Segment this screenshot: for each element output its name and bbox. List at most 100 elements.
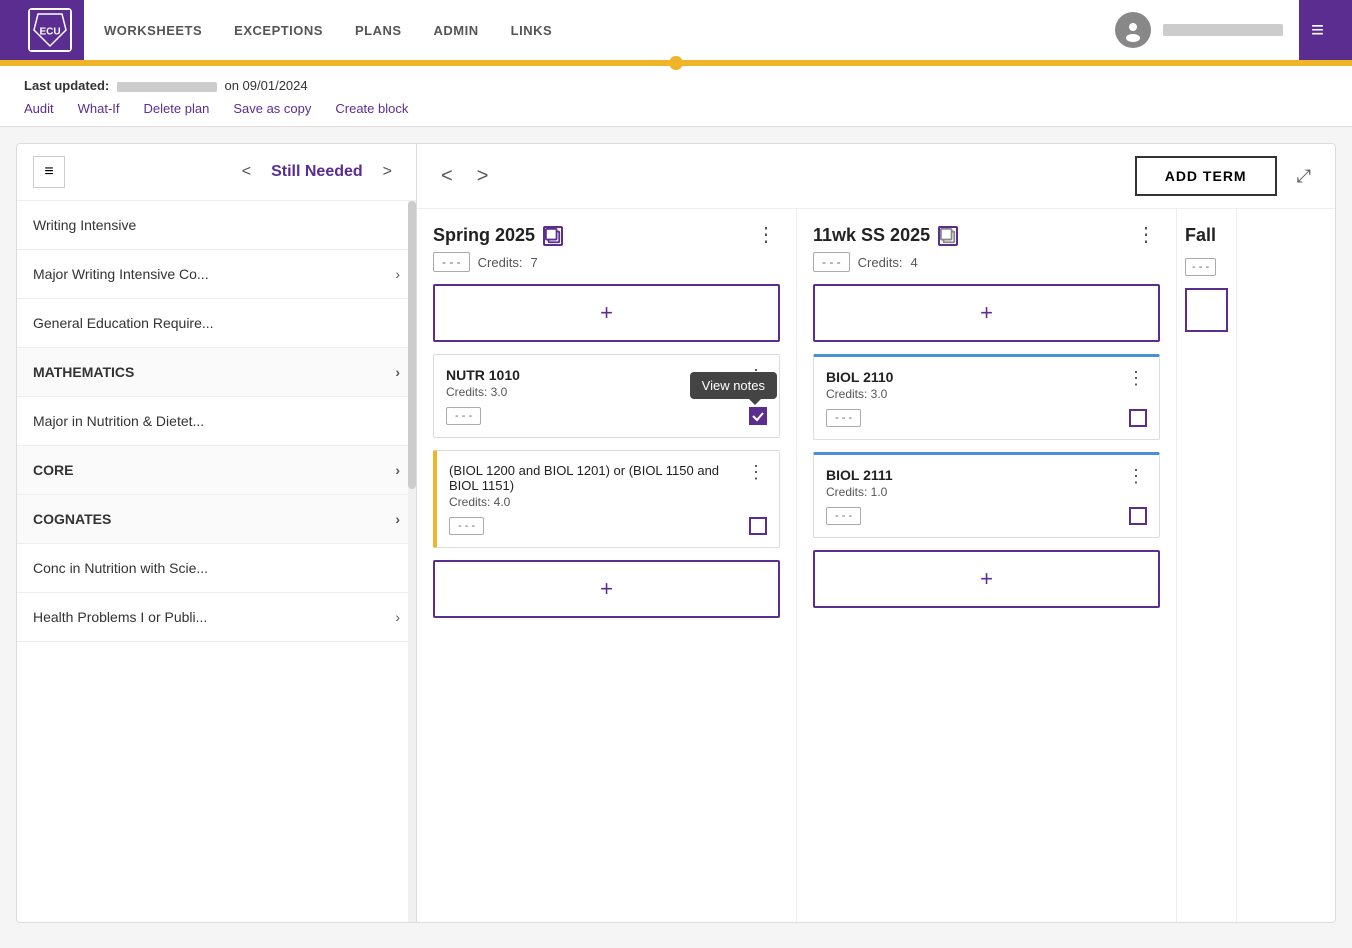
ss2025-credits: - - - Credits: 4: [813, 252, 958, 272]
nutr1010-tooltip: View notes: [690, 372, 777, 399]
sidebar-item-general-education[interactable]: General Education Require...: [17, 299, 416, 348]
course-card-nutr1010: NUTR 1010 Credits: 3.0 ⋮ - - -: [433, 354, 780, 438]
ecu-logo: ECU: [28, 8, 72, 52]
sidebar-item-mathematics-label: MATHEMATICS: [33, 364, 134, 380]
course-card-biol-combo: (BIOL 1200 and BIOL 1201) or (BIOL 1150 …: [433, 450, 780, 548]
scrollbar-track: [408, 201, 416, 922]
whatif-link[interactable]: What-If: [78, 101, 120, 116]
spring2025-add-course-button[interactable]: +: [433, 284, 780, 342]
biol2111-checkbox[interactable]: [1129, 507, 1147, 525]
ss2025-add-course-bottom-button[interactable]: +: [813, 550, 1160, 608]
sidebar-item-writing-intensive[interactable]: Writing Intensive: [17, 201, 416, 250]
left-panel-hamburger-button[interactable]: ≡: [33, 156, 65, 188]
spring2025-credits: - - - Credits: 7: [433, 252, 563, 272]
biol2110-header: BIOL 2110 Credits: 3.0 ⋮: [826, 369, 1147, 401]
spring2025-title-row: Spring 2025: [433, 225, 563, 246]
spring2025-copy-icon[interactable]: [543, 226, 563, 246]
term-column-spring2025: Spring 2025 - - - Credits: 7: [417, 209, 797, 922]
sidebar-item-health-problems[interactable]: Health Problems I or Publi... ›: [17, 593, 416, 642]
chevron-right-icon-math: ›: [395, 364, 400, 380]
nav-links[interactable]: LINKS: [511, 23, 553, 38]
sidebar-item-major-writing-intensive[interactable]: Major Writing Intensive Co... ›: [17, 250, 416, 299]
sidebar-list-inner: Writing Intensive Major Writing Intensiv…: [17, 201, 416, 642]
nav-worksheets[interactable]: WORKSHEETS: [104, 23, 202, 38]
sidebar-item-cognates-label: COGNATES: [33, 511, 111, 527]
ss2025-credits-label: Credits:: [858, 255, 903, 270]
delete-plan-link[interactable]: Delete plan: [144, 101, 210, 116]
term-prev-button[interactable]: <: [433, 161, 461, 192]
ss2025-more-button[interactable]: ⋮: [1132, 225, 1160, 245]
sidebar-item-major-writing-label: Major Writing Intensive Co...: [33, 266, 209, 282]
spring2025-title-area: Spring 2025 - - - Credits: 7: [433, 225, 563, 272]
svg-text:ECU: ECU: [39, 27, 60, 38]
spring2025-more-button[interactable]: ⋮: [752, 225, 780, 245]
still-needed-prev-button[interactable]: <: [234, 159, 259, 185]
right-panel-header: < > ADD TERM ⤢: [417, 144, 1335, 209]
course-card-biol2111: BIOL 2111 Credits: 1.0 ⋮ - - -: [813, 452, 1160, 538]
nav-exceptions[interactable]: EXCEPTIONS: [234, 23, 323, 38]
biol2110-checkbox[interactable]: [1129, 409, 1147, 427]
biol-combo-badge: - - -: [449, 517, 484, 535]
sidebar-item-cognates[interactable]: COGNATES ›: [17, 495, 416, 544]
fall-credits-area: - - -: [1185, 258, 1228, 276]
chevron-right-icon-core: ›: [395, 462, 400, 478]
create-block-link[interactable]: Create block: [335, 101, 408, 116]
expand-button[interactable]: ⤢: [1289, 162, 1319, 191]
biol2111-header: BIOL 2111 Credits: 1.0 ⋮: [826, 467, 1147, 499]
sidebar-item-core[interactable]: CORE ›: [17, 446, 416, 495]
spring2025-credits-badge: - - -: [433, 252, 470, 272]
sidebar-item-mathematics[interactable]: MATHEMATICS ›: [17, 348, 416, 397]
biol2110-badge: - - -: [826, 409, 861, 427]
still-needed-title: Still Needed: [271, 163, 363, 181]
biol2111-more-button[interactable]: ⋮: [1125, 467, 1147, 485]
save-as-copy-link[interactable]: Save as copy: [233, 101, 311, 116]
right-panel: < > ADD TERM ⤢ Spring 2025: [416, 143, 1336, 923]
audit-link[interactable]: Audit: [24, 101, 54, 116]
ss2025-credits-value: 4: [910, 255, 917, 270]
biol2110-info: BIOL 2110 Credits: 3.0: [826, 369, 1125, 401]
hamburger-menu-icon[interactable]: ≡: [1299, 0, 1336, 60]
term-next-button[interactable]: >: [469, 161, 497, 192]
biol-combo-checkbox[interactable]: [749, 517, 767, 535]
user-avatar-icon[interactable]: [1115, 12, 1151, 48]
main-content: ≡ < Still Needed > Writing Intensive Maj…: [0, 127, 1352, 939]
biol-combo-name: (BIOL 1200 and BIOL 1201) or (BIOL 1150 …: [449, 463, 745, 493]
spring2025-header: Spring 2025 - - - Credits: 7: [433, 225, 780, 272]
nutr1010-footer: - - - View notes: [446, 407, 767, 425]
last-updated-text: Last updated: on 09/01/2024: [24, 78, 1328, 93]
biol-combo-header: (BIOL 1200 and BIOL 1201) or (BIOL 1150 …: [449, 463, 767, 509]
biol-combo-more-button[interactable]: ⋮: [745, 463, 767, 481]
sub-nav: Audit What-If Delete plan Save as copy C…: [24, 101, 1328, 126]
ss2025-title-row: 11wk SS 2025: [813, 225, 958, 246]
logo-area: ECU: [16, 0, 84, 60]
biol-combo-footer: - - -: [449, 517, 767, 535]
biol2110-more-button[interactable]: ⋮: [1125, 369, 1147, 387]
nav-plans[interactable]: PLANS: [355, 23, 402, 38]
sub-header: Last updated: on 09/01/2024 Audit What-I…: [0, 66, 1352, 127]
add-term-button[interactable]: ADD TERM: [1135, 156, 1277, 196]
last-updated-placeholder: [117, 82, 217, 92]
terms-container: Spring 2025 - - - Credits: 7: [417, 209, 1335, 922]
nutr1010-checkbox[interactable]: [749, 407, 767, 425]
ss2025-add-course-button[interactable]: +: [813, 284, 1160, 342]
nav-admin[interactable]: ADMIN: [434, 23, 479, 38]
biol2111-footer: - - -: [826, 507, 1147, 525]
biol2111-name: BIOL 2111: [826, 467, 1125, 483]
ss2025-copy-icon[interactable]: [938, 226, 958, 246]
left-panel: ≡ < Still Needed > Writing Intensive Maj…: [16, 143, 416, 923]
nutr1010-badge: - - -: [446, 407, 481, 425]
main-nav: WORKSHEETS EXCEPTIONS PLANS ADMIN LINKS: [84, 0, 1099, 60]
fall-add-course-button[interactable]: [1185, 288, 1228, 332]
scrollbar-thumb[interactable]: [408, 201, 416, 489]
sidebar-item-major-nutrition[interactable]: Major in Nutrition & Dietet...: [17, 397, 416, 446]
spring2025-add-course-bottom-button[interactable]: +: [433, 560, 780, 618]
progress-indicator: [669, 56, 683, 70]
biol2111-badge: - - -: [826, 507, 861, 525]
still-needed-next-button[interactable]: >: [375, 159, 400, 185]
spring2025-credits-label: Credits:: [478, 255, 523, 270]
spring2025-credits-value: 7: [530, 255, 537, 270]
term-column-fall: Fall - - -: [1177, 209, 1237, 922]
sidebar-item-core-label: CORE: [33, 462, 73, 478]
chevron-right-icon-health: ›: [395, 609, 400, 625]
sidebar-item-conc-nutrition[interactable]: Conc in Nutrition with Scie...: [17, 544, 416, 593]
